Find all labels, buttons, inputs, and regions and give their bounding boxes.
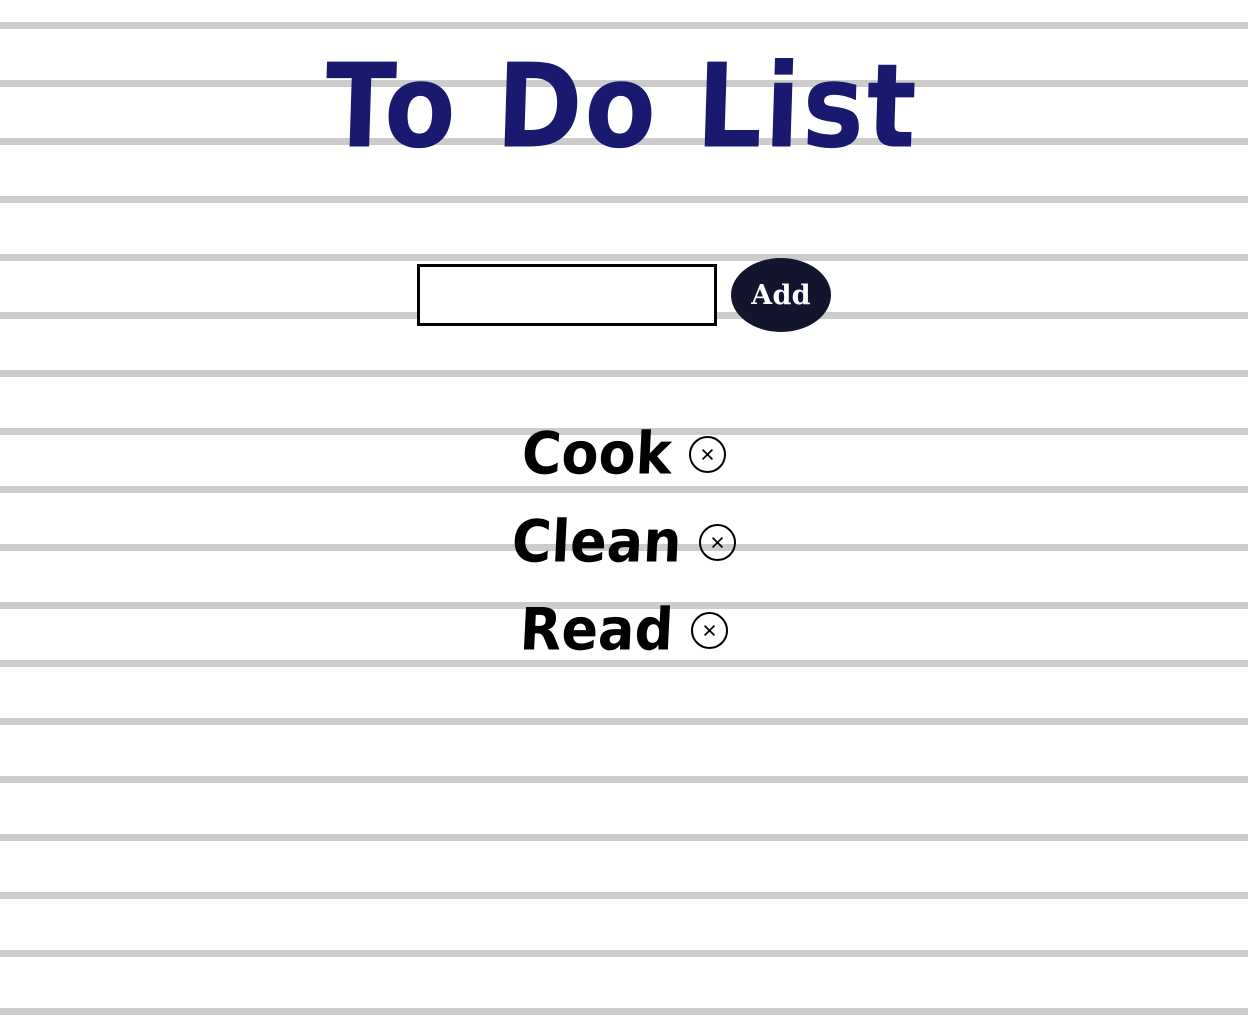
todo-item-label: Clean (510, 507, 684, 576)
todo-list: Cook Clean Read (510, 419, 737, 664)
todo-list-item: Cook (520, 419, 727, 488)
todo-list-item: Clean (510, 507, 737, 576)
todo-list-item: Read (518, 595, 729, 664)
todo-app: To Do List Add Cook Clean Read (0, 0, 1248, 1028)
add-task-form: Add (417, 258, 831, 332)
todo-item-label: Cook (520, 419, 674, 488)
todo-item-label: Read (518, 595, 675, 664)
new-task-input[interactable] (417, 264, 717, 326)
close-circle-icon[interactable] (689, 435, 727, 473)
page-title: To Do List (323, 37, 921, 175)
close-circle-icon[interactable] (699, 523, 737, 561)
close-circle-icon[interactable] (691, 611, 729, 649)
add-task-button[interactable]: Add (731, 258, 831, 332)
